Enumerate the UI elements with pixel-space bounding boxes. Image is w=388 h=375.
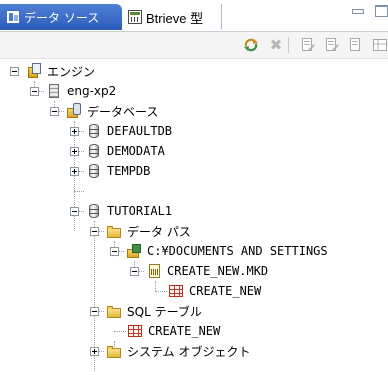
tree-node-file[interactable]: CREATE_NEW.MKD — [146, 261, 268, 281]
tree-node-database[interactable]: TUTORIAL1 — [86, 201, 172, 221]
tab-data-source-label: データ ソース — [24, 10, 100, 25]
document-icon — [302, 38, 315, 51]
tree-node-engines[interactable]: エンジン — [26, 61, 95, 81]
database-icon — [86, 123, 102, 139]
maximize-button[interactable] — [375, 5, 388, 17]
tree-node-label: CREATE_NEW.MKD — [167, 264, 269, 278]
tree-node-databases[interactable]: データベース — [66, 101, 158, 121]
tree-node-server[interactable]: eng-xp2 — [46, 81, 116, 101]
collapse-icon[interactable] — [70, 207, 79, 216]
tree-node-data-paths[interactable]: データ パス — [106, 221, 191, 241]
folder-icon — [106, 303, 122, 319]
properties-button[interactable] — [300, 37, 316, 53]
tree-node-sql-tables[interactable]: SQL テーブル — [106, 301, 202, 321]
database-icon — [86, 203, 102, 219]
database-icon — [86, 163, 102, 179]
tree-line — [74, 191, 84, 192]
tree-node-label: C:¥DOCUMENTS AND SETTINGS — [147, 244, 328, 258]
tab-btrieve-label: Btrieve 型 — [146, 10, 204, 26]
tree-node-label: データ パス — [127, 224, 191, 239]
view-toolbar: ✖ — [0, 32, 388, 59]
tree-node-database[interactable]: DEFAULTDB — [86, 121, 172, 141]
data-path-icon — [126, 243, 142, 259]
collapse-icon[interactable] — [90, 227, 99, 236]
tree-node-label: エンジン — [47, 64, 96, 79]
view-tab-bar: データ ソース Btrieve 型 — [0, 0, 388, 32]
table-icon — [168, 283, 184, 299]
delete-icon: ✖ — [269, 36, 283, 54]
tree-node-database[interactable]: DEMODATA — [86, 141, 165, 161]
tree-node-label: DEMODATA — [107, 144, 165, 158]
grid-button[interactable] — [372, 37, 388, 53]
collapse-icon[interactable] — [130, 267, 139, 276]
server-icon — [46, 83, 62, 99]
tree-node-table[interactable]: CREATE_NEW — [168, 281, 261, 301]
tree-node-label: eng-xp2 — [67, 84, 117, 98]
toolbar-separator — [288, 37, 289, 53]
tree-node-path[interactable]: C:¥DOCUMENTS AND SETTINGS — [126, 241, 328, 261]
collapse-icon[interactable] — [50, 107, 59, 116]
folder-icon — [106, 343, 122, 359]
file-icon — [146, 263, 162, 279]
folder-icon — [106, 223, 122, 239]
table-icon — [127, 323, 143, 339]
tree-node-label: DEFAULTDB — [107, 124, 173, 138]
collapse-icon[interactable] — [110, 247, 119, 256]
refresh-icon — [244, 38, 258, 52]
tree-node-label: データベース — [87, 104, 159, 119]
document-icon — [326, 38, 339, 51]
tree-line — [114, 331, 126, 332]
tree-node-label: SQL テーブル — [127, 304, 202, 319]
refresh-button[interactable] — [243, 37, 259, 53]
btrieve-icon — [128, 10, 142, 24]
data-source-tree: エンジン eng-xp2 データベース DEFAULTDB DEMODATA T… — [0, 59, 388, 375]
collapse-icon[interactable] — [10, 67, 19, 76]
tree-node-table[interactable]: CREATE_NEW — [127, 321, 220, 341]
document-icon — [373, 39, 387, 51]
tree-line — [155, 281, 156, 291]
tree-node-database[interactable]: TEMPDB — [86, 161, 150, 181]
database-icon — [86, 143, 102, 159]
expand-icon[interactable] — [90, 347, 99, 356]
edit-button[interactable] — [324, 37, 340, 53]
expand-icon[interactable] — [70, 127, 79, 136]
tree-line — [155, 291, 167, 292]
delete-button[interactable]: ✖ — [268, 37, 284, 53]
expand-icon[interactable] — [70, 167, 79, 176]
datasource-icon — [6, 10, 20, 24]
tab-data-source[interactable]: データ ソース — [0, 4, 122, 30]
document-icon — [350, 38, 360, 51]
collapse-icon[interactable] — [30, 87, 39, 96]
tree-node-label: CREATE_NEW — [189, 284, 262, 298]
new-button[interactable] — [348, 37, 364, 53]
expand-icon[interactable] — [70, 147, 79, 156]
collapse-icon[interactable] — [90, 307, 99, 316]
tree-node-label: システム オブジェクト — [127, 344, 251, 359]
tree-node-label: TUTORIAL1 — [107, 204, 173, 218]
tree-node-system-objects[interactable]: システム オブジェクト — [106, 341, 250, 361]
tree-node-label: CREATE_NEW — [148, 324, 221, 338]
database-group-icon — [66, 103, 82, 119]
tree-node-label: TEMPDB — [107, 164, 151, 178]
minimize-button[interactable] — [352, 9, 364, 14]
tab-btrieve-types[interactable]: Btrieve 型 — [122, 4, 222, 30]
engine-icon — [26, 63, 42, 79]
